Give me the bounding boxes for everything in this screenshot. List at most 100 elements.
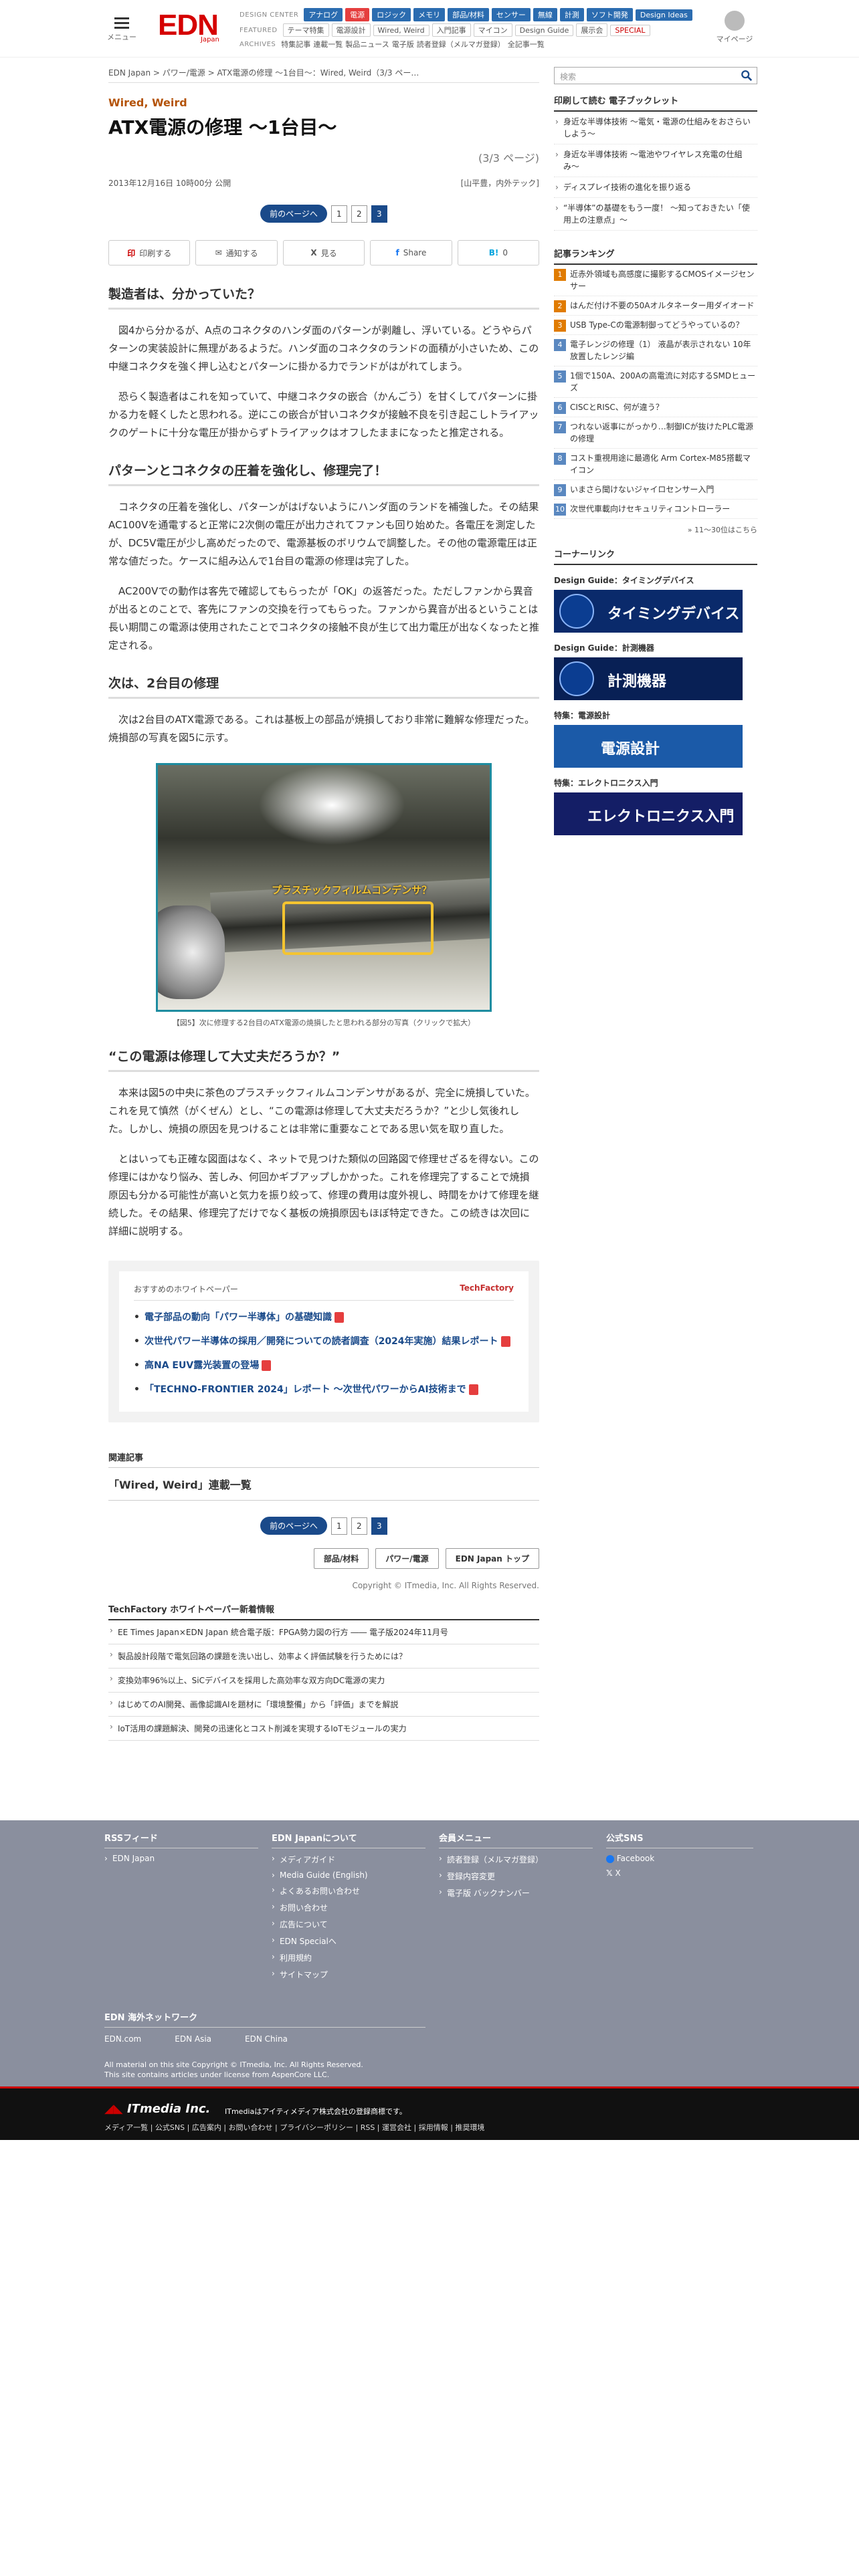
- ranking-item[interactable]: 1 近赤外領域も高感度に撮影するCMOSイメージセンサー: [554, 265, 757, 296]
- menu-button[interactable]: メニュー: [107, 15, 136, 42]
- featured-link[interactable]: SPECIAL: [610, 24, 650, 36]
- techfactory-logo[interactable]: TechFactory: [460, 1283, 514, 1295]
- corner-label[interactable]: 特集：エレクトロニクス入門: [554, 777, 757, 788]
- footer-link[interactable]: EDN Specialへ: [272, 1935, 425, 1947]
- overseas-link[interactable]: EDN.com: [104, 2034, 141, 2044]
- print-button[interactable]: 印印刷する: [108, 240, 191, 265]
- corner-banner[interactable]: タイミングデバイス: [554, 590, 743, 633]
- search-icon[interactable]: [741, 70, 753, 82]
- overseas-link[interactable]: EDN China: [245, 2034, 288, 2044]
- footer-link[interactable]: よくあるお問い合わせ: [272, 1885, 425, 1897]
- facebook-share-button[interactable]: f Share: [370, 240, 452, 265]
- footer-link[interactable]: 登録内容変更: [439, 1870, 593, 1882]
- ranking-item[interactable]: 8 コスト重視用途に最適化 Arm Cortex-M85搭載マイコン: [554, 449, 757, 480]
- booklet-link[interactable]: “半導体”の基礎をもう一度！ ～知っておきたい「使用上の注意点」～: [554, 198, 757, 231]
- footer-link[interactable]: 広告について: [272, 1919, 425, 1930]
- featured-link[interactable]: テーマ特集: [282, 23, 329, 37]
- corner-label[interactable]: 特集：電源設計: [554, 710, 757, 721]
- whitepaper-link[interactable]: 電子部品の動向「パワー半導体」の基礎知識: [134, 1310, 514, 1325]
- techfactory-link[interactable]: IoT活用の課題解決、開発の迅速化とコスト削減を実現するIoTモジュールの実力: [108, 1717, 539, 1741]
- notify-button[interactable]: ✉ 通知する: [195, 240, 278, 265]
- ranking-item[interactable]: 9 いまさら聞けないジャイロセンサー入門: [554, 480, 757, 500]
- techfactory-link[interactable]: はじめてのAI開発、画像認識AIを題材に「環境整備」から「評価」までを解説: [108, 1693, 539, 1717]
- ranking-item[interactable]: 7 つれない返事にがっかり…制御ICが抜けたPLC電源の修理: [554, 417, 757, 449]
- booklet-link[interactable]: 身近な半導体技術 〜電池やワイヤレス充電の仕組み〜: [554, 144, 757, 177]
- ranking-item[interactable]: 10 次世代車載向けセキュリティコントローラー: [554, 500, 757, 519]
- hatena-share-button[interactable]: B! 0: [457, 240, 540, 265]
- itmedia-links[interactable]: メディア一覧 | 公式SNS | 広告案内 | お問い合わせ | プライバシーポ…: [104, 2122, 484, 2133]
- featured-link[interactable]: Wired, Weird: [373, 24, 430, 36]
- x-share-button[interactable]: X 見る: [282, 240, 365, 265]
- corner-banner[interactable]: 計測機器: [554, 657, 743, 700]
- nav-chip[interactable]: 電源: [345, 8, 370, 21]
- ranking-item[interactable]: 3 USB Type-Cの電源制御ってどうやっているの？: [554, 316, 757, 335]
- featured-link[interactable]: マイコン: [473, 23, 512, 37]
- archive-link[interactable]: 読者登録（メルマガ登録）: [417, 39, 505, 49]
- x-link[interactable]: 𝕏 X: [606, 1868, 753, 1878]
- page-link[interactable]: 1: [330, 205, 347, 223]
- nav-chip[interactable]: ロジック: [372, 8, 411, 21]
- figure-caption[interactable]: 【図5】次に修理する2台目のATX電源の焼損したと思われる部分の写真（クリックで…: [108, 1017, 539, 1028]
- ranking-item[interactable]: 6 CISCとRISC、何が違う？: [554, 398, 757, 417]
- footer-link[interactable]: Media Guide (English): [272, 1870, 425, 1880]
- booklet-link[interactable]: 身近な半導体技術 〜電気・電源の仕組みをおさらいしよう〜: [554, 112, 757, 144]
- breadcrumb[interactable]: EDN Japan > パワー/電源 > ATX電源の修理 〜1台目〜：Wire…: [108, 67, 539, 83]
- archive-link[interactable]: 電子版: [392, 39, 414, 49]
- page-link-current[interactable]: 3: [371, 1517, 387, 1535]
- nav-chip[interactable]: Design Ideas: [635, 9, 692, 21]
- footer-link[interactable]: 利用規約: [272, 1952, 425, 1963]
- nav-chip[interactable]: センサー: [491, 8, 531, 21]
- prev-page-button[interactable]: 前のページへ: [260, 205, 327, 223]
- footer-link[interactable]: EDN Japan: [104, 1854, 258, 1863]
- archive-link[interactable]: 製品ニュース: [345, 39, 389, 49]
- facebook-link[interactable]: Facebook: [606, 1854, 753, 1863]
- footer-link[interactable]: メディアガイド: [272, 1854, 425, 1865]
- nav-chip[interactable]: アナログ: [304, 8, 343, 21]
- prev-page-button[interactable]: 前のページへ: [260, 1517, 327, 1535]
- related-link[interactable]: 「Wired, Weird」連載一覧: [108, 1476, 539, 1501]
- featured-link[interactable]: 入門記事: [432, 23, 471, 37]
- corner-banner[interactable]: エレクトロニクス入門: [554, 792, 743, 835]
- ranking-item[interactable]: 2 はんだ付け不要の50Aオルタネーター用ダイオード: [554, 296, 757, 316]
- mypage-button[interactable]: マイページ: [716, 11, 753, 44]
- figure-photo[interactable]: プラスチックフィルムコンデンサ？: [156, 763, 492, 1012]
- nav-chip[interactable]: 計測: [559, 8, 584, 21]
- itmedia-logo[interactable]: ◢◣ ITmedia Inc.: [104, 2102, 210, 2116]
- footer-link[interactable]: 電子版 バックナンバー: [439, 1887, 593, 1899]
- tag-button[interactable]: EDN Japan トップ: [445, 1548, 539, 1569]
- techfactory-link[interactable]: 製品設計段階で電気回路の課題を洗い出し、効率よく評価試験を行うためには？: [108, 1644, 539, 1669]
- booklet-link[interactable]: ディスプレイ技術の進化を振り返る: [554, 177, 757, 198]
- ranking-more-link[interactable]: » 11〜30位はこちら: [554, 524, 757, 535]
- search-input[interactable]: 検索: [554, 67, 757, 84]
- footer-link[interactable]: 読者登録（メルマガ登録）: [439, 1854, 593, 1865]
- archive-link[interactable]: 全記事一覧: [508, 39, 545, 49]
- whitepaper-link[interactable]: 次世代パワー半導体の採用／開発についての読者調査（2024年実施）結果レポート: [134, 1334, 514, 1349]
- tag-button[interactable]: 部品/材料: [313, 1548, 369, 1569]
- featured-link[interactable]: 電源設計: [331, 23, 371, 37]
- nav-chip[interactable]: 無線: [533, 8, 557, 21]
- nav-chip[interactable]: メモリ: [413, 8, 446, 21]
- archive-link[interactable]: 連載一覧: [313, 39, 343, 49]
- overseas-link[interactable]: EDN Asia: [175, 2034, 211, 2044]
- ranking-item[interactable]: 4 電子レンジの修理（1） 液晶が表示されない 10年放置したレンジ編: [554, 335, 757, 366]
- corner-label[interactable]: Design Guide：タイミングデバイス: [554, 574, 757, 586]
- page-link-current[interactable]: 3: [371, 205, 387, 223]
- corner-label[interactable]: Design Guide：計測機器: [554, 642, 757, 653]
- footer-link[interactable]: お問い合わせ: [272, 1902, 425, 1913]
- page-link[interactable]: 1: [330, 1517, 347, 1535]
- article-category[interactable]: Wired, Weird: [108, 96, 539, 109]
- footer-link[interactable]: サイトマップ: [272, 1969, 425, 1980]
- nav-chip[interactable]: 部品/材料: [448, 8, 489, 21]
- nav-chip[interactable]: ソフト開発: [586, 8, 633, 21]
- tag-button[interactable]: パワー/電源: [375, 1548, 439, 1569]
- page-link[interactable]: 2: [351, 205, 367, 223]
- page-link[interactable]: 2: [351, 1517, 367, 1535]
- featured-link[interactable]: 展示会: [576, 23, 608, 37]
- techfactory-link[interactable]: 変換効率96%以上、SiCデバイスを採用した高効率な双方向DC電源の実力: [108, 1669, 539, 1693]
- corner-banner[interactable]: 電源設計: [554, 725, 743, 768]
- ranking-item[interactable]: 5 1個で150A、200Aの高電流に対応するSMDヒューズ: [554, 366, 757, 398]
- featured-link[interactable]: Design Guide: [514, 24, 574, 36]
- whitepaper-link[interactable]: 「TECHNO-FRONTIER 2024」レポート ～次世代パワーからAI技術…: [134, 1382, 514, 1397]
- archive-link[interactable]: 特集記事: [281, 39, 310, 49]
- whitepaper-link[interactable]: 高NA EUV露光装置の登場: [134, 1358, 514, 1373]
